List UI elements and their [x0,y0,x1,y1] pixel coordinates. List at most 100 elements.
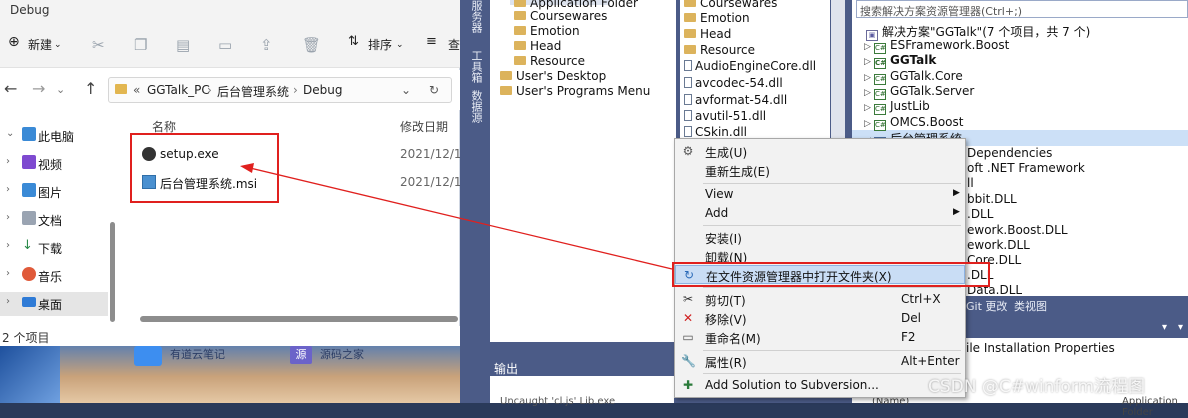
sidebar-item-videos[interactable]: › 视频 [0,152,108,176]
list-item[interactable]: Head [684,27,731,41]
address-box[interactable]: « GGTalk_PC › 后台管理系统 › Debug ⌄ ↻ [108,77,452,103]
menu-item-cut[interactable]: ✂ 剪切(T) Ctrl+X [675,290,965,309]
menu-item-rename[interactable]: ▭ 重命名(M) F2 [675,328,965,347]
chevron-right-icon[interactable]: › [6,240,10,251]
list-item[interactable]: Emotion [684,11,750,25]
chevron-down-icon[interactable]: ⌄ [56,83,65,96]
chevron-right-icon[interactable]: ▷ [864,73,874,83]
horizontal-scrollbar[interactable] [140,316,458,322]
list-item[interactable]: Resource [684,43,755,57]
dropdown-icon[interactable]: ▾ [1162,322,1167,333]
sort-button[interactable]: 排序 [368,36,392,53]
project-item[interactable]: ▷ C# OMCS.Boost [864,115,963,131]
column-header-modified[interactable]: 修改日期 [400,118,448,135]
output-header[interactable]: 输出 [490,356,674,376]
project-item[interactable]: ▷ C# GGTalk.Core [864,69,963,85]
solution-search-input[interactable]: 搜索解决方案资源管理器(Ctrl+;) [856,0,1188,18]
tab-data-sources[interactable]: 数据源 [468,90,484,123]
project-item[interactable]: ▷ C# GGTalk [864,53,936,69]
forward-icon[interactable]: → [32,79,45,98]
sidebar-item-downloads[interactable]: › ↓ 下载 [0,236,108,260]
tab-toolbox[interactable]: 工具箱 [468,50,484,83]
view-button[interactable]: 查 [448,36,460,53]
sidebar-item-music[interactable]: › 音乐 [0,264,108,288]
sidebar-item-this-pc[interactable]: ⌄ 此电脑 [0,124,108,148]
sidebar-item-documents[interactable]: › 文档 [0,208,108,232]
chevron-right-icon[interactable]: ▷ [864,42,874,52]
chevron-down-icon[interactable]: ⌄ [401,83,411,97]
chevron-right-icon[interactable]: › [6,156,10,167]
chevron-right-icon[interactable]: › [6,296,10,307]
chevron-right-icon[interactable]: ▷ [864,103,874,113]
project-item[interactable]: ▷ C# JustLib [864,99,930,115]
desktop-tile-label[interactable]: 源码之家 [320,346,364,362]
view-icon[interactable]: ≡ [426,34,437,49]
menu-item-install[interactable]: 安装(I) [675,228,965,247]
chevron-down-icon[interactable]: ⌄ [396,40,404,50]
back-icon[interactable]: ← [4,79,17,98]
breadcrumb-item[interactable]: GGTalk_PC [147,83,210,97]
sidebar-scrollbar[interactable] [110,222,115,322]
tree-child[interactable]: ework.DLL [967,238,1030,252]
tree-item[interactable]: Emotion [514,24,580,38]
new-icon[interactable]: ⊕ [8,34,20,50]
tree-child[interactable]: bbit.DLL [967,192,1017,206]
menu-item-add[interactable]: Add ▶ [675,204,965,223]
up-icon[interactable]: ↑ [84,79,97,98]
chevron-down-icon[interactable]: ⌄ [54,40,62,50]
chevron-right-icon[interactable]: ▷ [864,88,874,98]
list-item[interactable]: avcodec-54.dll [684,76,783,90]
list-item[interactable]: avformat-54.dll [684,93,787,107]
note-app-icon[interactable] [134,346,162,366]
tree-item[interactable]: User's Desktop [500,69,606,83]
tree-item[interactable]: Resource [514,54,585,68]
chevron-down-icon[interactable]: ⌄ [6,128,14,139]
tree-child[interactable]: Dependencies [967,146,1052,160]
explorer-titlebar[interactable]: Debug [0,0,460,22]
menu-item-rebuild[interactable]: 重新生成(E) [675,161,965,180]
tab-class-view[interactable]: 类视图 [1014,298,1047,314]
list-item[interactable]: AudioEngineCore.dll [684,59,816,73]
desktop-tile-label[interactable]: 有道云笔记 [170,346,225,362]
chevron-right-icon[interactable]: › [6,268,10,279]
source-app-icon[interactable]: 源 [290,346,312,364]
tree-child[interactable]: .DLL [967,207,993,221]
tree-item[interactable]: Coursewares [514,9,607,23]
list-item[interactable]: CSkin.dll [684,125,747,139]
project-item[interactable]: ▷ C# ESFramework.Boost [864,38,1009,54]
rename-icon[interactable]: ▭ [218,36,232,54]
share-icon[interactable]: ⇪ [260,36,273,54]
menu-item-properties[interactable]: 🔧 属性(R) Alt+Enter [675,352,965,371]
tab-git-changes[interactable]: Git 更改 [966,298,1007,314]
chevron-right-icon[interactable]: › [6,212,10,223]
desktop-icon-tile[interactable] [0,344,60,403]
copy-icon[interactable]: ❐ [134,36,147,54]
menu-item-add-to-subversion[interactable]: ✚ Add Solution to Subversion... [675,376,965,395]
delete-icon[interactable]: 🗑 [302,36,321,54]
sidebar-item-pictures[interactable]: › 图片 [0,180,108,204]
sidebar-item-desktop[interactable]: › 桌面 [0,292,108,316]
list-item[interactable]: avutil-51.dll [684,109,766,123]
tree-child[interactable]: ll [967,176,974,190]
sort-icon[interactable]: ⇅ [348,34,359,49]
refresh-icon[interactable]: ↻ [429,83,439,97]
breadcrumb-overflow[interactable]: « [133,83,140,97]
chevron-right-icon[interactable]: ▷ [864,119,874,129]
tree-child[interactable]: oft .NET Framework [967,161,1085,175]
menu-item-remove[interactable]: ✕ 移除(V) Del [675,309,965,328]
menu-item-view[interactable]: View ▶ [675,185,965,204]
project-item[interactable]: ▷ C# GGTalk.Server [864,84,974,100]
pin-icon[interactable]: ▾ [1178,322,1183,333]
menu-item-build[interactable]: ⚙ 生成(U) [675,142,965,161]
tree-child[interactable]: ework.Boost.DLL [967,223,1068,237]
paste-icon[interactable]: ▤ [176,36,190,54]
chevron-right-icon[interactable]: › [6,184,10,195]
tab-server[interactable]: 服务器 [468,0,484,33]
new-button[interactable]: 新建 [28,36,52,53]
list-item[interactable]: Coursewares [684,0,777,10]
tree-item[interactable]: User's Programs Menu [500,84,650,98]
breadcrumb-item[interactable]: Debug [303,83,342,97]
cut-icon[interactable]: ✂ [92,36,105,54]
breadcrumb-item[interactable]: 后台管理系统 [217,83,289,100]
chevron-right-icon[interactable]: ▷ [864,57,874,67]
